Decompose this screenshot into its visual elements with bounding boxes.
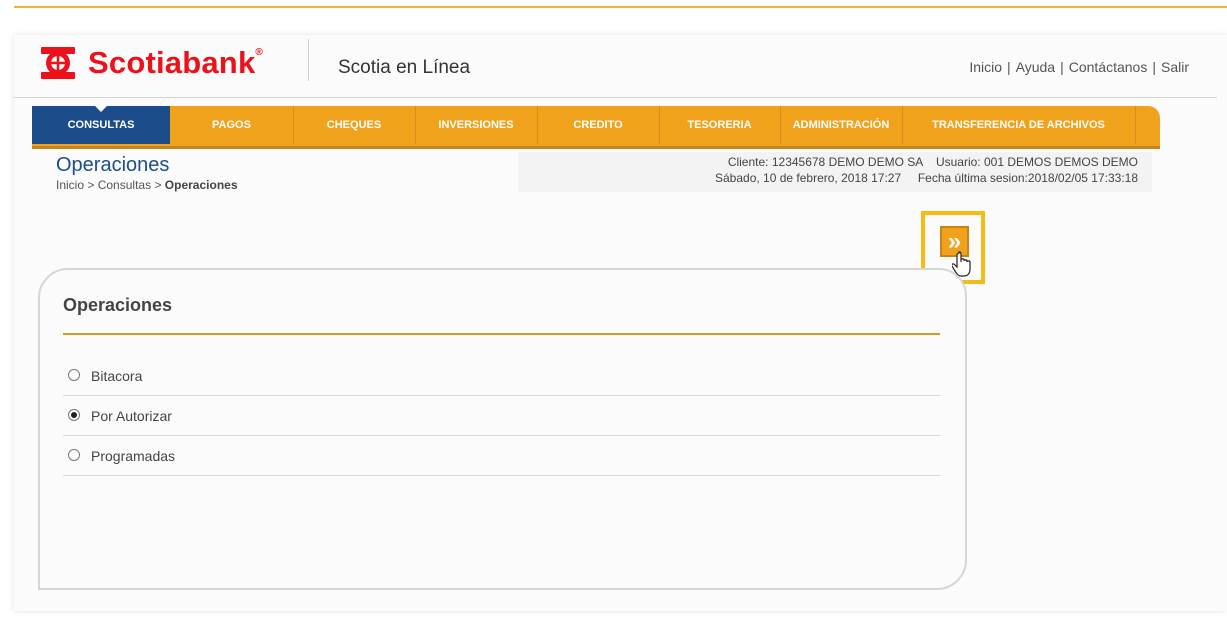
nav-label: PAGOS (212, 119, 251, 131)
browser-content: Scotiabank® Scotia en Línea Inicio | Ayu… (14, 35, 1227, 611)
breadcrumb-separator: > (154, 178, 162, 192)
last-session-value: 2018/02/05 17:33:18 (1027, 171, 1138, 185)
breadcrumb-separator: > (87, 178, 95, 192)
nav-label: INVERSIONES (438, 119, 514, 131)
nav-label: ADMINISTRACIÓN (792, 119, 890, 131)
panel-title: Operaciones (63, 295, 173, 315)
nav-item-tesoreria[interactable]: TESORERIA (659, 106, 781, 144)
nav-item-administracion[interactable]: ADMINISTRACIÓN (780, 106, 903, 144)
link-inicio[interactable]: Inicio (969, 59, 1002, 75)
link-salir[interactable]: Salir (1161, 59, 1189, 75)
option-label: Por Autorizar (91, 408, 172, 424)
main-nav: CONSULTAS PAGOS CHEQUES INVERSIONES CRED… (32, 105, 1160, 149)
top-accent-line (14, 6, 1227, 8)
header-divider (308, 39, 309, 81)
brand-name: Scotiabank® (88, 45, 263, 80)
option-programadas[interactable]: Programadas (63, 436, 940, 476)
session-info-row: Sábado, 10 de febrero, 2018 17:27 Fecha … (715, 171, 1138, 185)
link-separator: | (1060, 59, 1064, 75)
radio-bitacora[interactable] (68, 369, 80, 381)
usuario-label: Usuario: (935, 155, 981, 169)
breadcrumb-inicio[interactable]: Inicio (56, 178, 84, 192)
nav-label: CHEQUES (326, 119, 382, 131)
breadcrumb-current: Operaciones (164, 178, 238, 192)
nav-item-inversiones[interactable]: INVERSIONES (415, 106, 538, 144)
breadcrumb-consultas[interactable]: Consultas (98, 178, 151, 192)
link-separator: | (1007, 59, 1011, 75)
link-separator: | (1152, 59, 1156, 75)
option-label: Bitacora (91, 368, 143, 384)
last-session-label: Fecha última sesion: (917, 171, 1028, 185)
link-contactanos[interactable]: Contáctanos (1069, 59, 1148, 75)
nav-label: TESORERIA (687, 119, 752, 131)
cliente-value: 12345678 DEMO DEMO SA (771, 155, 923, 169)
active-caret-icon (94, 105, 108, 112)
nav-label: CONSULTAS (67, 119, 135, 131)
option-por-autorizar[interactable]: Por Autorizar (63, 396, 940, 436)
usuario-value: 001 DEMOS DEMOS DEMO (983, 155, 1138, 169)
nav-item-transferencia[interactable]: TRANSFERENCIA DE ARCHIVOS (902, 106, 1136, 144)
header-rule (14, 97, 1217, 98)
nav-label: TRANSFERENCIA DE ARCHIVOS (932, 119, 1105, 131)
option-label: Programadas (91, 448, 176, 464)
panel-rule (63, 333, 940, 335)
cliente-label: Cliente: (727, 155, 769, 169)
nav-item-cheques[interactable]: CHEQUES (293, 106, 416, 144)
session-info-row: Cliente: 12345678 DEMO DEMO SA Usuario: … (728, 155, 1138, 169)
current-date: Sábado, 10 de febrero, 2018 17:27 (715, 171, 902, 185)
nav-item-consultas[interactable]: CONSULTAS (32, 105, 170, 144)
radio-por-autorizar[interactable] (68, 409, 80, 421)
nav-item-pagos[interactable]: PAGOS (170, 106, 294, 144)
session-info: Cliente: 12345678 DEMO DEMO SA Usuario: … (518, 152, 1152, 192)
nav-item-credito[interactable]: CREDITO (537, 106, 660, 144)
top-links: Inicio | Ayuda | Contáctanos | Salir (969, 59, 1189, 75)
nav-label: CREDITO (573, 119, 623, 131)
page-title: Operaciones (56, 154, 170, 176)
app-name: Scotia en Línea (338, 57, 471, 78)
scotiabank-s-icon (41, 47, 75, 79)
link-ayuda[interactable]: Ayuda (1016, 59, 1055, 75)
option-bitacora[interactable]: Bitacora (63, 356, 940, 396)
breadcrumb: Inicio > Consultas > Operaciones (56, 178, 238, 192)
scotiabank-logo[interactable]: Scotiabank® (38, 43, 263, 83)
radio-programadas[interactable] (68, 449, 80, 461)
